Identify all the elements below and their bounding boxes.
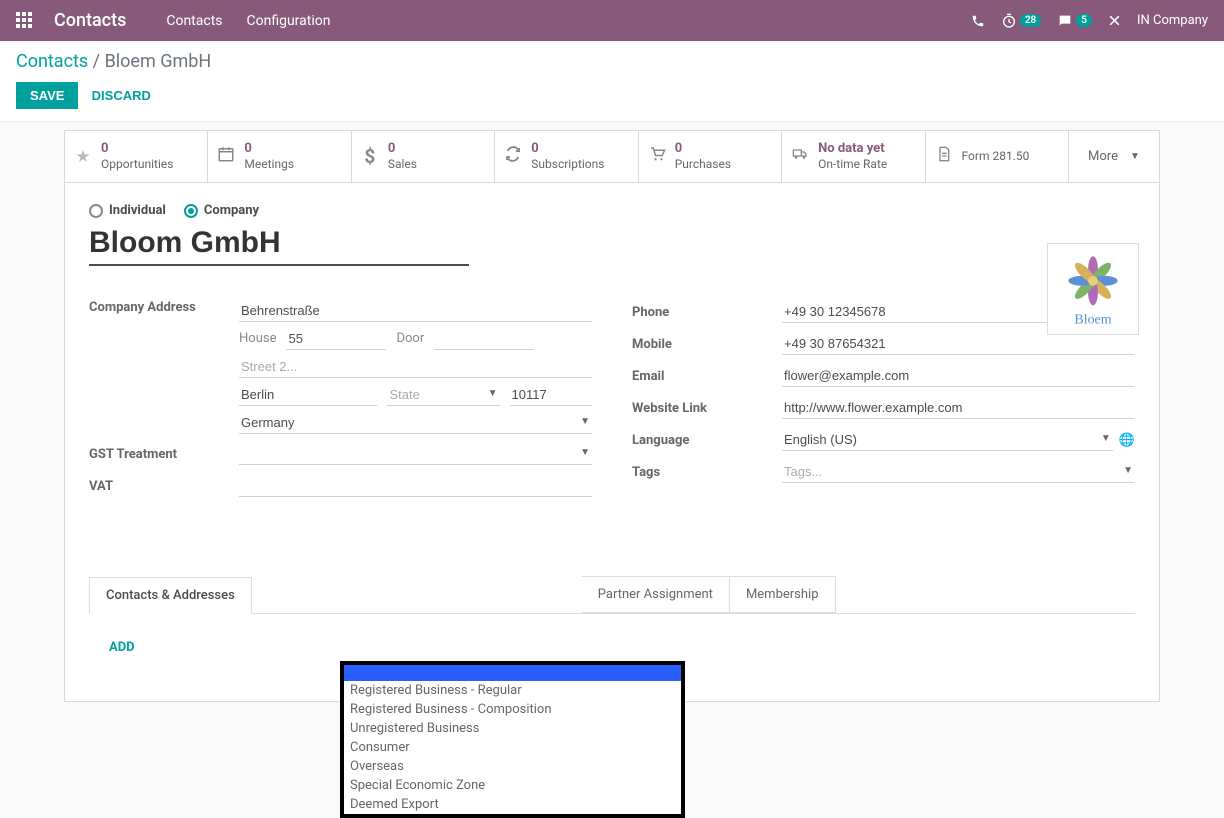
globe-icon[interactable]: 🌐 <box>1119 433 1135 448</box>
label-website: Website Link <box>632 401 782 416</box>
label-email: Email <box>632 369 782 384</box>
stat-purchases[interactable]: 0Purchases <box>639 131 782 182</box>
form-sheet: ★ 0Opportunities 0Meetings $ 0Sales 0Sub… <box>64 130 1160 702</box>
chat-icon[interactable]: 5 <box>1057 13 1092 29</box>
country-input[interactable] <box>239 412 592 434</box>
company-switcher[interactable]: IN Company <box>1137 13 1208 28</box>
gst-option[interactable]: Consumer <box>344 738 681 757</box>
state-input[interactable] <box>387 384 499 406</box>
apps-icon[interactable] <box>16 12 34 30</box>
stat-ontime[interactable]: No data yetOn-time Rate <box>782 131 925 182</box>
street2-input[interactable] <box>239 356 592 378</box>
topbar: Contacts Contacts Configuration 28 5 IN … <box>0 0 1224 41</box>
truck-icon <box>790 146 810 167</box>
discard-button[interactable]: DISCARD <box>92 88 151 103</box>
label-mobile: Mobile <box>632 337 782 352</box>
dollar-icon: $ <box>360 145 380 168</box>
gst-option[interactable]: Special Economic Zone <box>344 776 681 795</box>
chat-badge: 5 <box>1076 14 1092 27</box>
svg-text:Bloem: Bloem <box>1074 313 1111 328</box>
tags-input[interactable] <box>782 461 1135 483</box>
label-gst: GST Treatment <box>89 447 239 462</box>
tab-partner-assignment[interactable]: Partner Assignment <box>582 576 730 613</box>
vat-input[interactable] <box>239 475 592 497</box>
label-address: Company Address <box>89 300 239 315</box>
close-icon[interactable] <box>1108 14 1121 27</box>
gst-treatment-dropdown: Registered Business - Regular Registered… <box>340 661 685 818</box>
street-input[interactable] <box>239 300 592 322</box>
gst-option[interactable]: Deemed Export <box>344 795 681 814</box>
refresh-icon <box>503 145 523 168</box>
website-input[interactable] <box>782 397 1135 419</box>
stat-form281[interactable]: Form 281.50 <box>926 131 1069 182</box>
mobile-input[interactable] <box>782 333 1135 355</box>
door-input[interactable] <box>434 328 534 350</box>
calendar-icon <box>216 145 236 168</box>
label-vat: VAT <box>89 479 239 494</box>
tab-membership[interactable]: Membership <box>730 576 836 613</box>
label-phone: Phone <box>632 305 782 320</box>
notebook-tabs: Contacts & Addresses Partner Assignment … <box>89 576 1135 614</box>
avatar[interactable]: Bloem <box>1047 243 1139 335</box>
timer-badge: 28 <box>1020 14 1041 27</box>
radio-individual[interactable]: Individual <box>89 203 166 218</box>
control-panel: Contacts / Bloem GmbH SAVE DISCARD <box>0 41 1224 122</box>
stat-meetings[interactable]: 0Meetings <box>208 131 351 182</box>
label-door: Door <box>396 328 424 350</box>
gst-option[interactable]: Unregistered Business <box>344 719 681 738</box>
label-house: House <box>239 328 276 350</box>
name-input[interactable] <box>89 224 469 266</box>
save-button[interactable]: SAVE <box>16 82 78 109</box>
email-input[interactable] <box>782 365 1135 387</box>
timer-icon[interactable]: 28 <box>1001 13 1041 29</box>
breadcrumb: Contacts / Bloem GmbH <box>16 51 1208 72</box>
cart-icon <box>647 145 667 168</box>
document-icon <box>934 145 954 168</box>
house-input[interactable] <box>286 328 386 350</box>
label-tags: Tags <box>632 465 782 480</box>
language-select[interactable] <box>782 429 1113 451</box>
star-icon: ★ <box>73 147 93 167</box>
tab-contacts-addresses[interactable]: Contacts & Addresses <box>89 577 252 614</box>
zip-input[interactable] <box>510 384 592 406</box>
chevron-down-icon: ▼ <box>1130 151 1140 162</box>
label-language: Language <box>632 433 782 448</box>
app-brand: Contacts <box>54 10 126 31</box>
city-input[interactable] <box>239 384 377 406</box>
stat-row: ★ 0Opportunities 0Meetings $ 0Sales 0Sub… <box>65 131 1159 183</box>
add-button[interactable]: ADD <box>109 640 135 655</box>
nav-contacts[interactable]: Contacts <box>166 13 222 29</box>
gst-option[interactable]: Registered Business - Composition <box>344 700 681 719</box>
gst-option[interactable]: Registered Business - Regular <box>344 681 681 700</box>
phone-icon[interactable] <box>971 14 985 28</box>
nav-configuration[interactable]: Configuration <box>247 13 331 29</box>
stat-opportunities[interactable]: ★ 0Opportunities <box>65 131 208 182</box>
gst-option-blank[interactable] <box>344 665 681 681</box>
gst-option[interactable]: Overseas <box>344 757 681 776</box>
breadcrumb-root[interactable]: Contacts <box>16 51 88 72</box>
breadcrumb-current: Bloem GmbH <box>105 51 212 72</box>
stat-subscriptions[interactable]: 0Subscriptions <box>495 131 638 182</box>
radio-company[interactable]: Company <box>184 203 259 218</box>
gst-treatment-select[interactable] <box>239 443 592 465</box>
stat-more[interactable]: More ▼ <box>1069 131 1159 182</box>
stat-sales[interactable]: $ 0Sales <box>352 131 495 182</box>
